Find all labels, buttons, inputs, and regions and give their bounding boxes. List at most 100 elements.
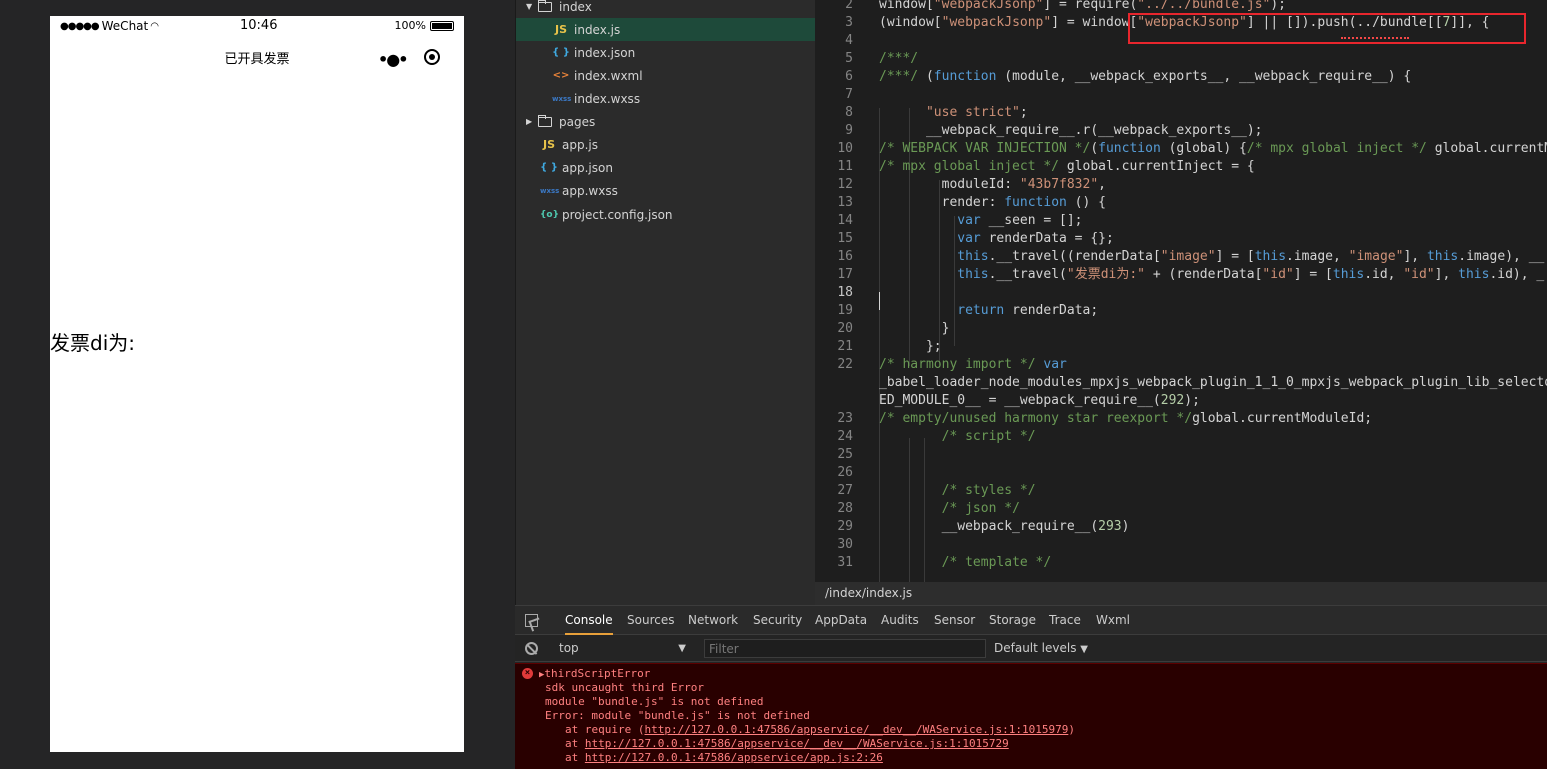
line-number: 3 xyxy=(845,15,853,30)
line-number: 15 xyxy=(837,231,853,246)
config-file-icon: {o} xyxy=(540,209,559,220)
code-line: /* mpx global inject */ global.currentIn… xyxy=(879,159,1255,174)
filter-input[interactable] xyxy=(704,639,986,658)
file-tree-label: index.wxml xyxy=(574,68,643,83)
stack-link[interactable]: http://127.0.0.1:47586/appservice/__dev_… xyxy=(585,737,1009,750)
code-line: }; xyxy=(879,339,942,354)
file-tree-label: project.config.json xyxy=(562,207,673,222)
line-number: 12 xyxy=(837,177,853,192)
line-number: 18 xyxy=(837,285,853,300)
file-tree-item[interactable]: {o} project.config.json xyxy=(516,203,816,226)
stack-link[interactable]: http://127.0.0.1:47586/appservice/__dev_… xyxy=(644,723,1068,736)
line-number: 9 xyxy=(845,123,853,138)
code-line: ED_MODULE_0__ = __webpack_require__(292)… xyxy=(879,393,1200,408)
wxss-file-icon: wxss xyxy=(552,94,572,103)
log-levels-select[interactable]: Default levels ▼ xyxy=(994,639,1088,659)
tab-sources[interactable]: Sources xyxy=(627,606,674,635)
code-line: var __seen = []; xyxy=(957,213,1083,228)
tab-audits[interactable]: Audits xyxy=(881,606,919,635)
line-number: 24 xyxy=(837,429,853,444)
context-value: top xyxy=(559,641,579,655)
context-select[interactable]: top ▼ xyxy=(555,639,690,658)
expand-down-icon[interactable]: ▼ xyxy=(526,2,538,11)
tab-sensor[interactable]: Sensor xyxy=(934,606,975,635)
code-editor[interactable]: 2 window["webpackJsonp"] = require("../..… xyxy=(815,0,1547,582)
line-number: 11 xyxy=(837,159,853,174)
folder-icon xyxy=(538,0,552,12)
file-tree-label: index.js xyxy=(574,22,621,37)
tab-wxml[interactable]: Wxml xyxy=(1096,606,1130,635)
line-number: 28 xyxy=(837,501,853,516)
code-line: return renderData; xyxy=(957,303,1099,318)
file-tree-item[interactable]: <> index.wxml xyxy=(516,64,816,87)
invoice-id-text: 发票di为: xyxy=(50,331,135,355)
console-message: Error: module "bundle.js" is not defined xyxy=(545,709,810,722)
code-line: /* WEBPACK VAR INJECTION */(function (gl… xyxy=(879,141,1547,156)
tab-trace[interactable]: Trace xyxy=(1049,606,1081,635)
code-line: /* harmony import */ var xyxy=(879,357,1067,372)
clear-console-icon[interactable] xyxy=(525,642,538,655)
code-line: _babel_loader_node_modules_mpxjs_webpack… xyxy=(879,375,1547,390)
phone-screen: ●●●●● WeChat ◠ 10:46 100% 已开具发票 •●• 发票di… xyxy=(50,16,464,752)
tab-console[interactable]: Console xyxy=(565,606,613,635)
stack-frame: at http://127.0.0.1:47586/appservice/__d… xyxy=(565,737,1009,751)
stack-frame: at require (http://127.0.0.1:47586/appse… xyxy=(565,723,1075,737)
devtools-tabbar: Console Sources Network Security AppData Audi… xyxy=(515,606,1547,635)
stack-link[interactable]: http://127.0.0.1:47586/appservice/app.js… xyxy=(585,751,883,764)
line-number: 26 xyxy=(837,465,853,480)
error-header[interactable]: ▶thirdScriptError xyxy=(539,667,650,681)
status-time: 10:46 xyxy=(240,18,278,33)
error-squiggle xyxy=(1341,37,1409,39)
file-tree-item[interactable]: ▶ pages xyxy=(516,110,816,133)
code-line: /* styles */ xyxy=(941,483,1036,498)
json-file-icon: { } xyxy=(552,47,570,58)
file-tree-label: index.json xyxy=(574,45,636,60)
file-tree-label: index.wxss xyxy=(574,91,641,106)
line-number: 29 xyxy=(837,519,853,534)
simulator-panel: ●●●●● WeChat ◠ 10:46 100% 已开具发票 •●• 发票di… xyxy=(0,0,515,769)
file-tree-item[interactable]: wxss index.wxss xyxy=(516,87,816,110)
stack-suffix: ) xyxy=(1068,723,1075,736)
tab-storage[interactable]: Storage xyxy=(989,606,1036,635)
code-line: /***/ (function (module, __webpack_expor… xyxy=(879,69,1412,84)
dropdown-arrow-icon: ▼ xyxy=(678,643,686,654)
wxml-file-icon: <> xyxy=(552,70,570,81)
tab-appdata[interactable]: AppData xyxy=(815,606,867,635)
code-line: __webpack_require__(293) xyxy=(879,519,1130,534)
file-tree-item[interactable]: { } index.json xyxy=(516,41,816,64)
code-line: window["webpackJsonp"] = require("../../… xyxy=(879,0,1287,12)
line-number: 16 xyxy=(837,249,853,264)
tab-network[interactable]: Network xyxy=(688,606,738,635)
file-tree-item[interactable]: JS index.js xyxy=(516,18,816,41)
expand-right-icon[interactable]: ▶ xyxy=(526,117,538,126)
line-number: 2 xyxy=(845,0,853,12)
error-icon: × xyxy=(522,668,533,679)
red-annotation-box xyxy=(1128,13,1526,44)
line-number: 7 xyxy=(845,87,853,102)
file-tree-item[interactable]: { } app.json xyxy=(516,156,816,179)
file-tree-label: pages xyxy=(559,114,596,129)
code-line: var renderData = {}; xyxy=(957,231,1114,246)
inspect-icon[interactable] xyxy=(525,614,538,627)
line-number: 31 xyxy=(837,555,853,570)
line-number: 4 xyxy=(845,33,853,48)
file-tree-item[interactable]: JS app.js xyxy=(516,133,816,156)
console-toolbar: top ▼ Default levels ▼ xyxy=(515,635,1547,662)
tab-security[interactable]: Security xyxy=(753,606,802,635)
close-target-icon[interactable] xyxy=(424,49,440,65)
line-number: 13 xyxy=(837,195,853,210)
file-tree-label: index xyxy=(559,0,592,14)
file-tree-label: app.json xyxy=(562,160,613,175)
line-number: 30 xyxy=(837,537,853,552)
file-tree-label: app.js xyxy=(562,137,598,152)
file-explorer: ▼ index JS index.js { } index.json <> index.wxm… xyxy=(515,0,816,605)
more-icon[interactable]: •●• xyxy=(378,50,408,69)
line-number: 5 xyxy=(845,51,853,66)
status-bar: ●●●●● WeChat ◠ 10:46 100% xyxy=(50,16,464,36)
console-output: × ▶thirdScriptError sdk uncaught third Er… xyxy=(515,663,1547,769)
code-line: /* json */ xyxy=(941,501,1020,516)
file-tree-item[interactable]: ▼ index xyxy=(516,0,816,18)
file-tree-item[interactable]: wxss app.wxss xyxy=(516,179,816,202)
code-line: this.__travel((renderData["image"] = [th… xyxy=(957,249,1545,264)
levels-label: Default levels xyxy=(994,641,1077,655)
